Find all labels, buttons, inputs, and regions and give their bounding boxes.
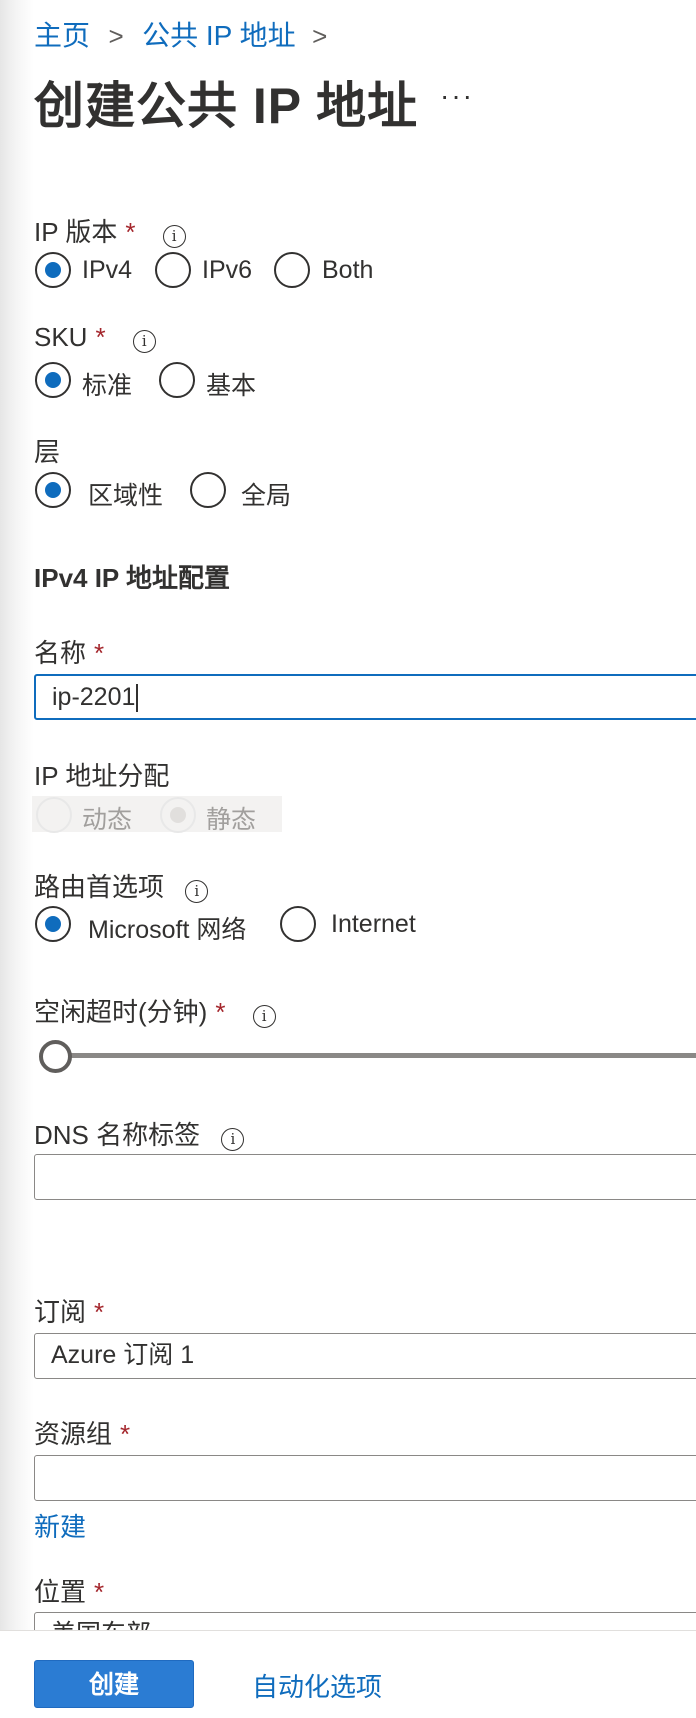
create-form: 主页 > 公共 IP 地址 > 创建公共 IP 地址 ··· IP 版本 * i … <box>0 0 696 1630</box>
tier-label: 层 <box>34 437 61 467</box>
info-icon[interactable]: i <box>185 880 209 903</box>
radio-assignment-static-label: 静态 <box>206 806 257 834</box>
required-mark: * <box>125 217 136 247</box>
radio-sku-basic[interactable] <box>159 362 195 398</box>
more-options-icon[interactable]: ··· <box>440 80 474 112</box>
subscription-label: 订阅 * <box>34 1297 105 1327</box>
name-input-value: ip-2201 <box>52 683 136 711</box>
ip-version-label: IP 版本 * i <box>34 212 186 249</box>
resource-group-label: 资源组 * <box>34 1419 131 1449</box>
footer-bar: 创建 自动化选项 <box>0 1630 696 1718</box>
breadcrumb-public-ip[interactable]: 公共 IP 地址 <box>142 20 296 51</box>
chevron-right-icon: > <box>108 21 124 51</box>
radio-routing-internet-label: Internet <box>331 910 416 938</box>
location-select-value: 美国东部 <box>51 1620 151 1630</box>
dns-name-input[interactable] <box>34 1154 696 1200</box>
radio-assignment-dynamic <box>36 797 72 833</box>
radio-assignment-static <box>160 797 196 833</box>
radio-both[interactable] <box>274 252 310 288</box>
name-input[interactable]: ip-2201 <box>34 674 696 720</box>
breadcrumb: 主页 > 公共 IP 地址 > <box>34 14 327 54</box>
info-icon[interactable]: i <box>252 1005 276 1028</box>
breadcrumb-home[interactable]: 主页 <box>34 20 90 51</box>
subscription-select[interactable]: Azure 订阅 1 <box>34 1333 696 1379</box>
location-label: 位置 * <box>34 1577 105 1607</box>
chevron-right-icon: > <box>312 21 328 51</box>
radio-tier-global-label: 全局 <box>241 482 292 510</box>
info-icon[interactable]: i <box>221 1128 245 1151</box>
radio-tier-regional-label: 区域性 <box>88 482 164 510</box>
required-mark: * <box>94 1297 105 1327</box>
create-new-resource-group-link[interactable]: 新建 <box>34 1507 86 1544</box>
radio-assignment-dynamic-label: 动态 <box>82 806 133 834</box>
required-mark: * <box>94 1577 105 1607</box>
location-select[interactable]: 美国东部 <box>34 1612 696 1630</box>
create-button[interactable]: 创建 <box>34 1660 194 1708</box>
text-caret <box>136 684 139 713</box>
routing-preference-label: 路由首选项 i <box>34 867 209 904</box>
page-title: 创建公共 IP 地址 <box>34 78 419 134</box>
radio-ipv6-label: IPv6 <box>202 256 253 284</box>
radio-routing-microsoft-label: Microsoft 网络 <box>88 916 247 944</box>
ip-assignment-label: IP 地址分配 <box>34 761 170 791</box>
required-mark: * <box>215 997 226 1027</box>
info-icon[interactable]: i <box>132 330 156 353</box>
idle-timeout-label: 空闲超时(分钟) * i <box>34 992 276 1029</box>
sku-label: SKU * i <box>34 322 156 353</box>
radio-ipv4[interactable] <box>35 252 71 288</box>
required-mark: * <box>120 1419 131 1449</box>
radio-routing-microsoft[interactable] <box>35 906 71 942</box>
radio-ipv4-label: IPv4 <box>82 256 133 284</box>
required-mark: * <box>95 322 106 352</box>
info-icon[interactable]: i <box>162 225 186 248</box>
radio-tier-global[interactable] <box>190 472 226 508</box>
dns-name-label: DNS 名称标签 i <box>34 1115 245 1152</box>
radio-sku-standard-label: 标准 <box>82 372 133 400</box>
automation-options-link[interactable]: 自动化选项 <box>252 1667 382 1704</box>
idle-timeout-slider-thumb[interactable] <box>39 1040 72 1073</box>
name-label: 名称 * <box>34 638 105 668</box>
subscription-select-value: Azure 订阅 1 <box>51 1341 195 1369</box>
radio-sku-basic-label: 基本 <box>206 372 257 400</box>
radio-routing-internet[interactable] <box>280 906 316 942</box>
radio-sku-standard[interactable] <box>35 362 71 398</box>
required-mark: * <box>94 638 105 668</box>
idle-timeout-slider-track[interactable] <box>54 1053 696 1058</box>
ipv4-config-section-title: IPv4 IP 地址配置 <box>34 563 231 593</box>
radio-ipv6[interactable] <box>155 252 191 288</box>
radio-both-label: Both <box>322 256 374 284</box>
radio-tier-regional[interactable] <box>35 472 71 508</box>
resource-group-select[interactable] <box>34 1455 696 1501</box>
